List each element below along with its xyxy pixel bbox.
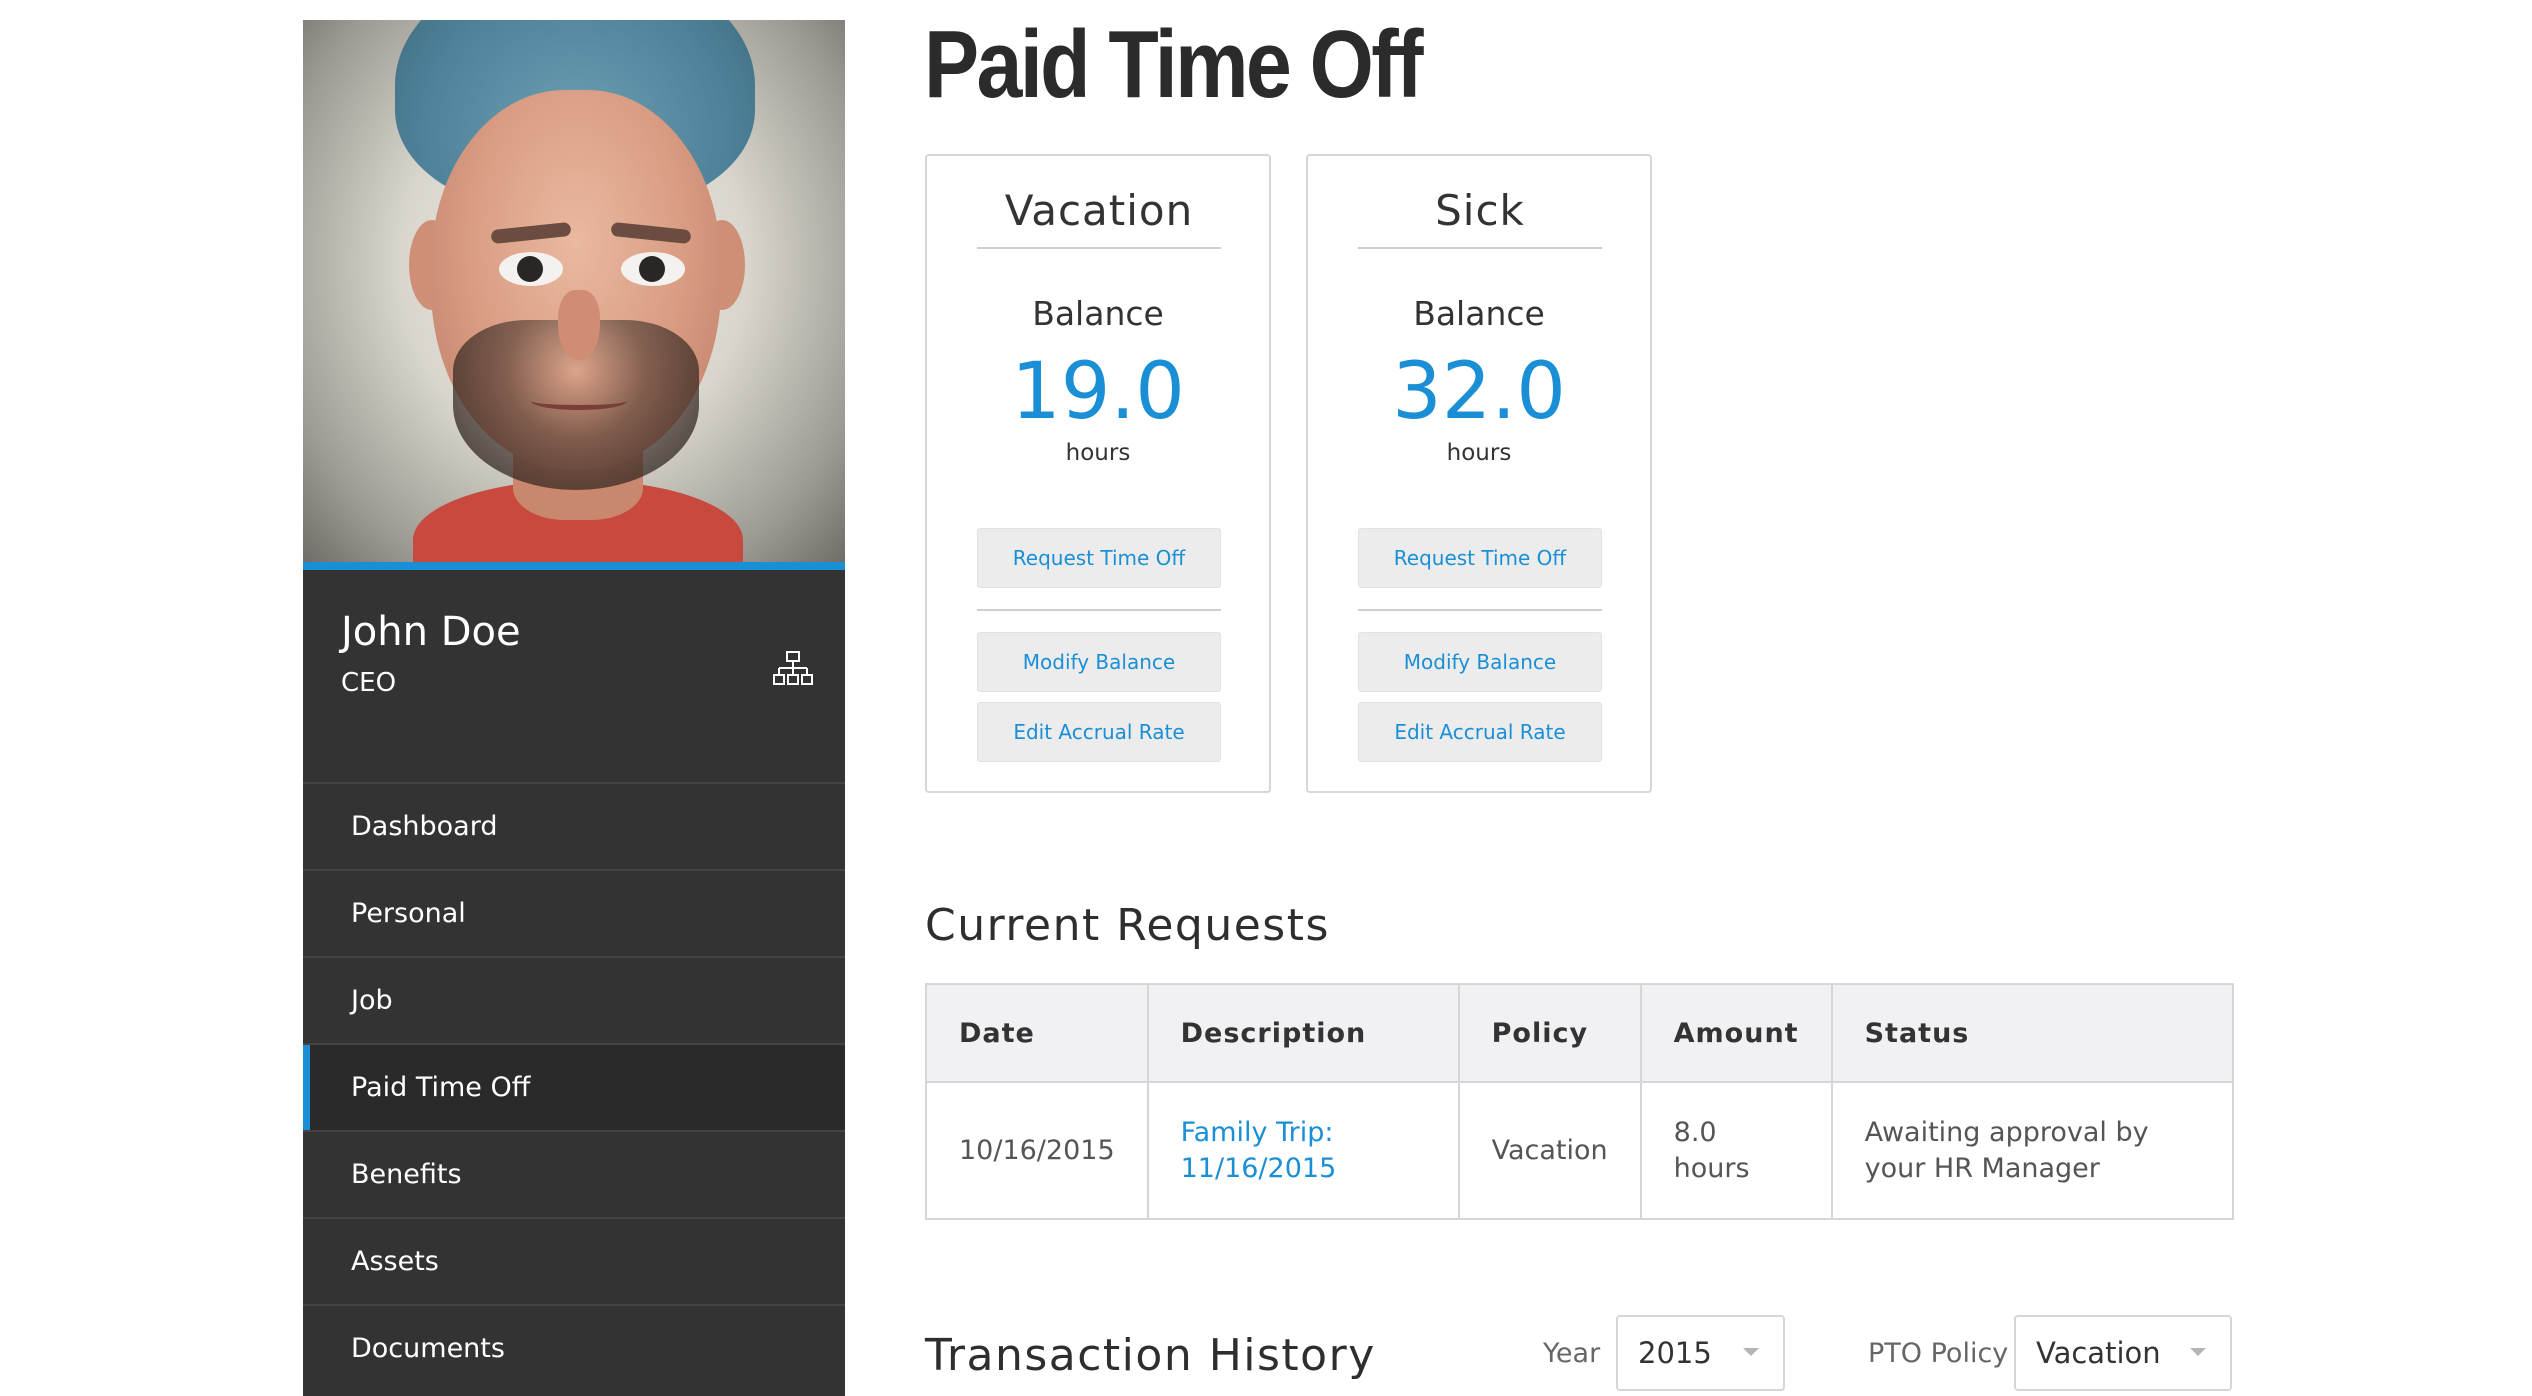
- year-select-value: 2015: [1638, 1336, 1712, 1370]
- sidebar-item-assets[interactable]: Assets: [303, 1217, 845, 1304]
- pto-policy-select-value: Vacation: [2036, 1336, 2161, 1370]
- column-header-amount: Amount: [1639, 983, 1833, 1083]
- cell-amount: 8.0 hours: [1639, 1081, 1833, 1220]
- column-header-policy: Policy: [1457, 983, 1642, 1083]
- table-header-row: Date Description Policy Amount Status: [925, 983, 2235, 1083]
- table-row: 10/16/2015 Family Trip: 11/16/2015 Vacat…: [925, 1081, 2235, 1220]
- cell-policy: Vacation: [1457, 1081, 1642, 1220]
- sidebar: John Doe CEO Dashboard Personal Job Paid…: [303, 20, 845, 1396]
- sidebar-item-job[interactable]: Job: [303, 956, 845, 1043]
- card-divider: [1358, 609, 1602, 611]
- edit-accrual-rate-button[interactable]: Edit Accrual Rate: [1358, 702, 1602, 762]
- modify-balance-button[interactable]: Modify Balance: [1358, 632, 1602, 692]
- card-divider: [977, 609, 1221, 611]
- profile-accent-bar: [303, 562, 845, 570]
- sick-balance-card: Sick Balance 32.0 hours Request Time Off…: [1306, 154, 1652, 793]
- org-chart-icon[interactable]: [773, 650, 813, 690]
- balance-unit: hours: [1065, 440, 1131, 466]
- sidebar-item-documents[interactable]: Documents: [303, 1304, 845, 1391]
- current-requests-title: Current Requests: [925, 900, 1330, 951]
- sidebar-nav: Dashboard Personal Job Paid Time Off Ben…: [303, 782, 845, 1391]
- cell-status: Awaiting approval by your HR Manager: [1830, 1081, 2235, 1220]
- card-heading: Vacation: [977, 186, 1221, 249]
- vacation-balance-card: Vacation Balance 19.0 hours Request Time…: [925, 154, 1271, 793]
- request-time-off-button[interactable]: Request Time Off: [1358, 528, 1602, 588]
- profile-name: John Doe: [341, 609, 521, 655]
- column-header-date: Date: [925, 983, 1149, 1083]
- column-header-description: Description: [1146, 983, 1460, 1083]
- pto-policy-filter-label: PTO Policy: [1868, 1338, 2009, 1369]
- profile-summary: John Doe CEO: [303, 570, 845, 782]
- edit-accrual-rate-button[interactable]: Edit Accrual Rate: [977, 702, 1221, 762]
- current-requests-table: Date Description Policy Amount Status 10…: [925, 983, 2235, 1220]
- year-select[interactable]: 2015: [1616, 1315, 1785, 1391]
- pto-policy-select[interactable]: Vacation: [2014, 1315, 2232, 1391]
- balance-value: 19.0: [1011, 347, 1185, 437]
- balance-value: 32.0: [1392, 347, 1566, 437]
- balance-unit: hours: [1446, 440, 1512, 466]
- year-filter-label: Year: [1543, 1338, 1601, 1369]
- transaction-history-title: Transaction History: [925, 1330, 1376, 1381]
- sidebar-item-benefits[interactable]: Benefits: [303, 1130, 845, 1217]
- column-header-status: Status: [1830, 983, 2235, 1083]
- balance-label: Balance: [1413, 294, 1545, 333]
- page-title: Paid Time Off: [924, 11, 1424, 118]
- request-description-link[interactable]: Family Trip: 11/16/2015: [1181, 1117, 1337, 1184]
- balance-label: Balance: [1032, 294, 1164, 333]
- chevron-down-icon: [2190, 1348, 2206, 1356]
- cell-description: Family Trip: 11/16/2015: [1146, 1081, 1460, 1220]
- card-heading: Sick: [1358, 186, 1602, 249]
- modify-balance-button[interactable]: Modify Balance: [977, 632, 1221, 692]
- sidebar-item-personal[interactable]: Personal: [303, 869, 845, 956]
- profile-photo: [303, 20, 845, 562]
- sidebar-item-dashboard[interactable]: Dashboard: [303, 782, 845, 869]
- request-time-off-button[interactable]: Request Time Off: [977, 528, 1221, 588]
- chevron-down-icon: [1743, 1348, 1759, 1356]
- cell-date: 10/16/2015: [925, 1081, 1149, 1220]
- sidebar-item-paid-time-off[interactable]: Paid Time Off: [303, 1043, 845, 1130]
- profile-title: CEO: [341, 668, 397, 698]
